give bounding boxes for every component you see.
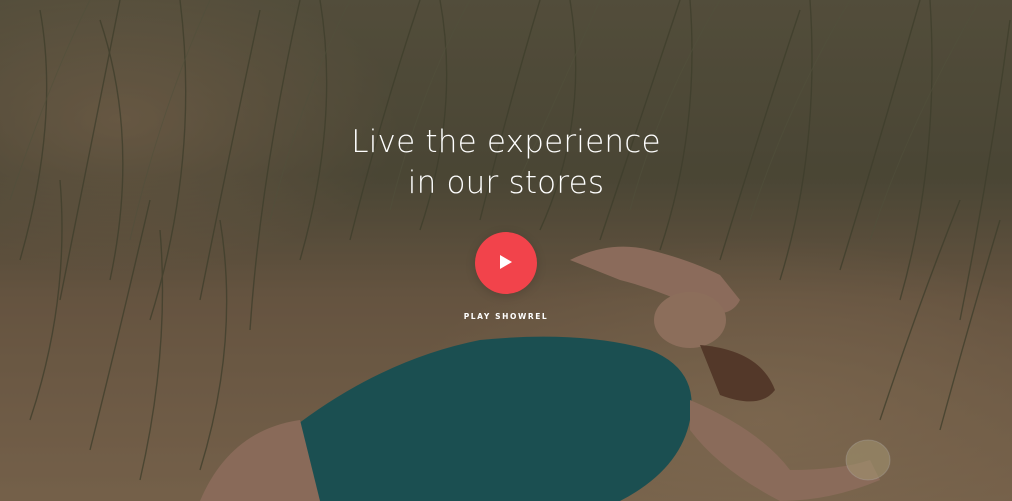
- hero-headline: Live the experience in our stores: [0, 122, 1012, 204]
- headline-line-2: in our stores: [407, 165, 605, 201]
- play-showreel-label[interactable]: PLAY SHOWREL: [0, 312, 1012, 321]
- play-showreel-button[interactable]: [475, 232, 537, 294]
- headline-line-1: Live the experience: [351, 124, 661, 160]
- play-icon: [500, 255, 512, 269]
- hero-content: Live the experience in our stores PLAY S…: [0, 122, 1012, 321]
- hero-section: Live the experience in our stores PLAY S…: [0, 0, 1012, 501]
